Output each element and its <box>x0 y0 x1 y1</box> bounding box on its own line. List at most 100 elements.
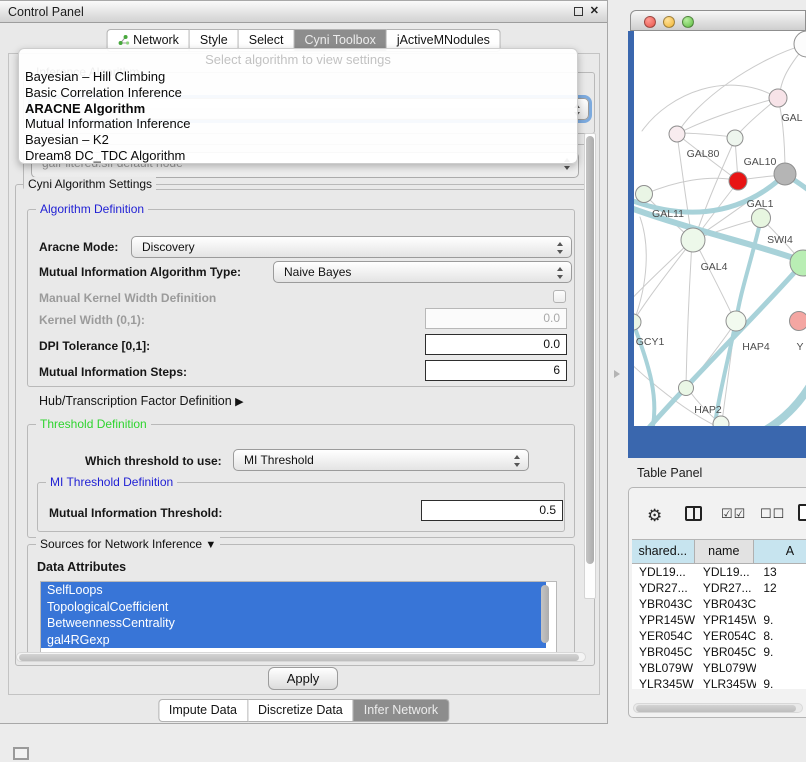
docked-panel-icon[interactable] <box>13 747 29 760</box>
mac-minimize-button[interactable] <box>663 16 675 28</box>
algorithm-option[interactable]: Bayesian – K2 <box>25 132 571 148</box>
tab-discretize-data[interactable]: Discretize Data <box>248 699 354 722</box>
mac-zoom-button[interactable] <box>682 16 694 28</box>
cyni-algorithm-settings-title: Cyni Algorithm Settings <box>24 177 156 191</box>
network-edge[interactable] <box>695 241 734 319</box>
table-row[interactable]: YBR043CYBR043C <box>632 596 806 612</box>
data-attribute-item[interactable]: gal4RGexp <box>41 632 546 649</box>
kernel-width-field[interactable]: 0.0 <box>425 308 567 329</box>
tab-label: Style <box>200 33 228 47</box>
network-edge[interactable] <box>645 178 736 194</box>
network-node[interactable] <box>669 126 685 142</box>
network-node[interactable] <box>769 89 787 107</box>
node-label: SWI4 <box>767 234 793 246</box>
settings-horizontal-scrollbar[interactable] <box>16 652 586 662</box>
table-row[interactable]: YDR27...YDR27...12 <box>632 580 806 596</box>
table-cell: YDR27... <box>696 580 757 596</box>
table-cell: YBR043C <box>632 596 696 612</box>
table-row[interactable]: YDL19...YDL19...13 <box>632 564 806 580</box>
data-attribute-item[interactable]: BetweennessCentrality <box>41 615 546 632</box>
network-node[interactable] <box>634 314 641 330</box>
tab-impute-data[interactable]: Impute Data <box>158 699 248 722</box>
node-label: Y <box>796 341 803 353</box>
network-graph[interactable]: GALGAL80GAL10GAL1GAL11SWI4GAL4GCY1HAP4YH… <box>634 31 806 426</box>
network-edge[interactable] <box>642 85 778 131</box>
node-label: GAL <box>781 112 802 124</box>
table-cell: YDR27... <box>632 580 696 596</box>
node-label: GAL11 <box>652 208 684 220</box>
mi-threshold-label: Mutual Information Threshold: <box>49 506 222 520</box>
node-label: GAL80 <box>687 148 720 160</box>
network-window-titlebar[interactable] <box>630 10 806 31</box>
manual-kernel-width-checkbox[interactable] <box>553 290 566 303</box>
network-edge[interactable] <box>634 241 692 320</box>
sources-title[interactable]: Sources for Network Inference ▼ <box>36 537 220 551</box>
settings-vertical-scrollbar[interactable] <box>584 133 596 599</box>
network-edge[interactable] <box>646 264 802 426</box>
mac-close-button[interactable] <box>644 16 656 28</box>
network-view-frame: GALGAL80GAL10GAL1GAL11SWI4GAL4GCY1HAP4YH… <box>628 31 806 458</box>
aracne-mode-combobox[interactable]: Discovery <box>131 236 572 258</box>
network-edge[interactable] <box>678 133 734 137</box>
table-row[interactable]: YBR045CYBR045C9. <box>632 644 806 660</box>
network-canvas[interactable]: GALGAL80GAL10GAL1GAL11SWI4GAL4GCY1HAP4YH… <box>634 31 806 426</box>
network-node[interactable] <box>774 163 796 185</box>
network-node[interactable] <box>726 311 746 331</box>
table-cell: YER054C <box>632 628 696 644</box>
network-edge[interactable] <box>778 98 785 173</box>
table-row[interactable]: YPR145WYPR145W9. <box>632 612 806 628</box>
which-threshold-combobox[interactable]: MI Threshold <box>233 449 529 471</box>
data-attribute-item[interactable]: TopologicalCoefficient <box>41 599 546 616</box>
column-header[interactable]: shared... <box>632 540 695 563</box>
table-row[interactable]: YER054CYER054C8. <box>632 628 806 644</box>
network-edge[interactable] <box>736 219 761 321</box>
network-node[interactable] <box>790 312 806 331</box>
control-panel-titlebar[interactable]: Control Panel ✕ <box>0 1 607 23</box>
data-attributes-list[interactable]: SelfLoopsTopologicalCoefficientBetweenne… <box>40 581 557 657</box>
node-table[interactable]: shared...nameAYDL19...YDL19...13YDR27...… <box>632 539 806 689</box>
mi-threshold-field[interactable]: 0.5 <box>421 500 563 521</box>
select-all-checkboxes-icon[interactable]: ☑☑ <box>721 506 746 522</box>
data-attribute-item[interactable]: SelfLoops <box>41 582 546 599</box>
combo-value: Naive Bayes <box>284 265 351 279</box>
attribute-list-scrollbar[interactable] <box>540 583 552 655</box>
splitter-handle[interactable] <box>614 370 620 378</box>
mi-algorithm-type-combobox[interactable]: Naive Bayes <box>273 261 572 283</box>
hub-definition-expander[interactable]: Hub/Transcription Factor Definition ▶ <box>39 394 244 408</box>
float-window-icon[interactable] <box>574 7 583 16</box>
tab-infer-network[interactable]: Infer Network <box>354 699 449 722</box>
column-header[interactable]: A <box>754 540 806 563</box>
table-horizontal-scrollbar[interactable] <box>633 703 803 713</box>
table-row[interactable]: YLR345WYLR345W9. <box>632 676 806 689</box>
gear-icon[interactable]: ⚙ <box>647 506 662 526</box>
table-row[interactable]: YBL079WYBL079W <box>632 660 806 676</box>
columns-icon[interactable] <box>685 506 702 521</box>
algorithm-option[interactable]: Mutual Information Inference <box>25 116 571 132</box>
close-icon[interactable]: ✕ <box>590 5 599 18</box>
algorithm-option[interactable]: Bayesian – Hill Climbing <box>25 69 571 85</box>
network-node[interactable] <box>752 209 771 228</box>
combo-arrows-icon <box>514 454 521 468</box>
network-node[interactable] <box>681 228 705 252</box>
network-edge[interactable] <box>752 379 806 426</box>
network-node[interactable] <box>727 130 743 146</box>
algorithm-option[interactable]: Basic Correlation Inference <box>25 85 571 101</box>
network-node[interactable] <box>636 186 653 203</box>
document-icon[interactable] <box>798 504 806 521</box>
network-view-window: GALGAL80GAL10GAL1GAL11SWI4GAL4GCY1HAP4YH… <box>628 10 806 458</box>
column-header[interactable]: name <box>695 540 754 563</box>
network-node[interactable] <box>679 381 694 396</box>
apply-button[interactable]: Apply <box>268 667 338 690</box>
network-node[interactable] <box>729 172 747 190</box>
network-node[interactable] <box>794 31 806 57</box>
mi-steps-field[interactable]: 6 <box>425 360 567 381</box>
algorithm-option[interactable]: ARACNE Algorithm <box>25 101 571 117</box>
deselect-all-checkboxes-icon[interactable]: ☐☐ <box>760 506 785 522</box>
table-cell: YPR145W <box>632 612 696 628</box>
network-edge[interactable] <box>679 98 778 133</box>
hub-definition-label: Hub/Transcription Factor Definition <box>39 394 232 408</box>
algorithm-option[interactable]: Dream8 DC_TDC Algorithm <box>25 148 571 164</box>
network-edge[interactable] <box>686 242 692 386</box>
algorithm-definition-title: Algorithm Definition <box>36 202 148 216</box>
dpi-tolerance-field[interactable]: 0.0 <box>425 334 567 355</box>
